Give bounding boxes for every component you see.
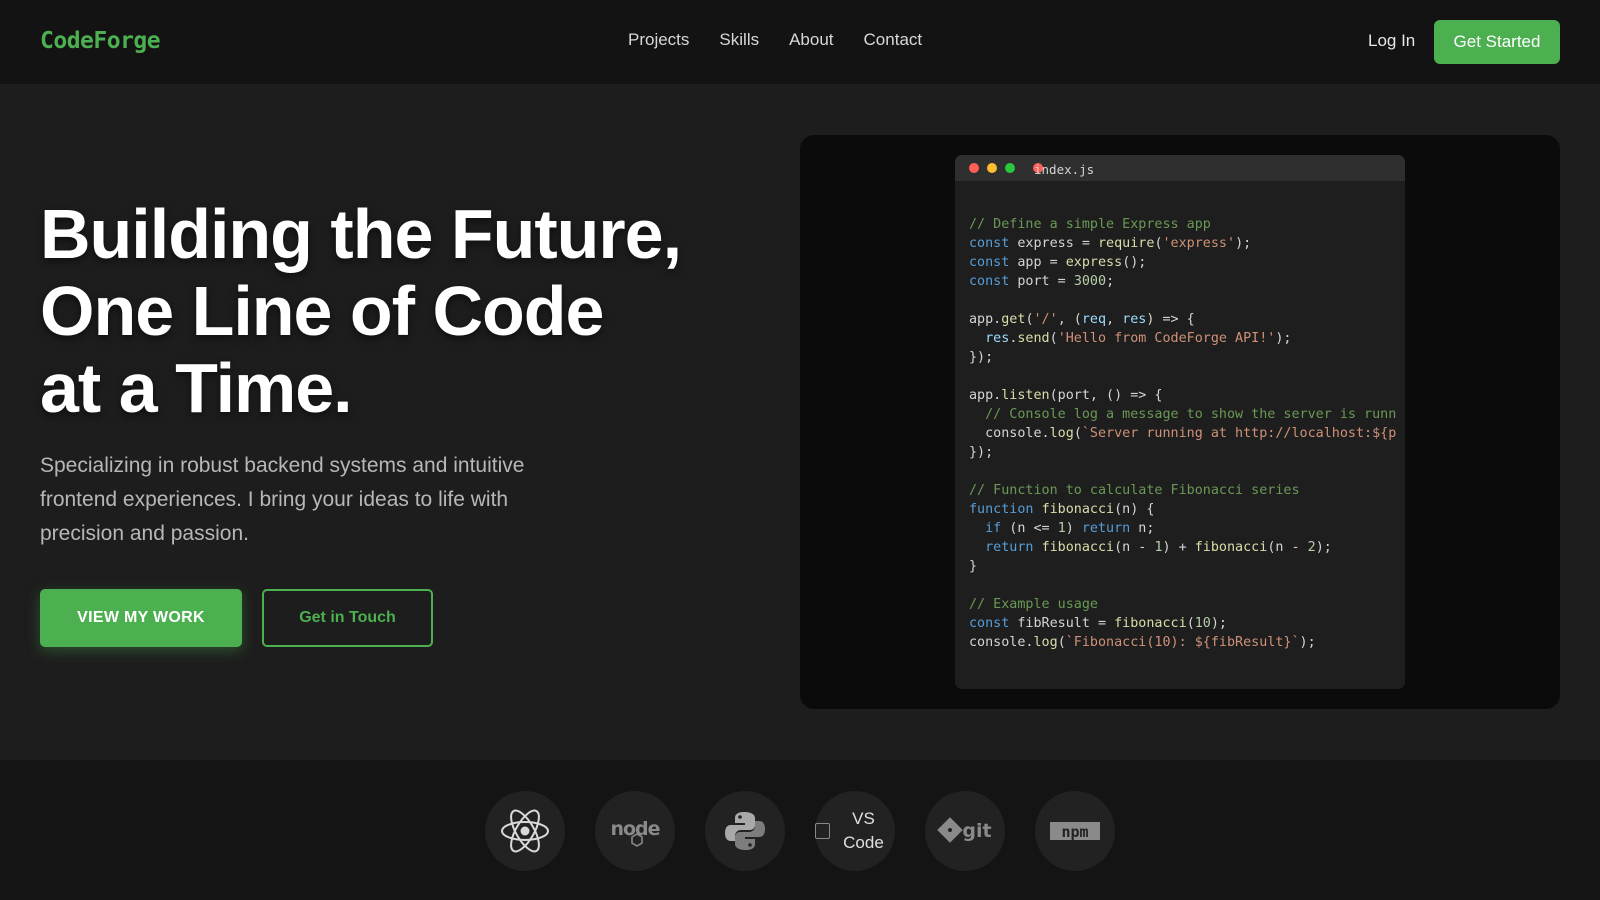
get-started-button[interactable]: Get Started <box>1434 20 1560 64</box>
code-line: app.listen(port, () => { <box>969 388 1163 403</box>
code-line: const fibResult = fibonacci(10); <box>969 616 1227 631</box>
hero-title-line-1: Building the Future, <box>40 195 682 273</box>
nodejs-icon: node <box>595 791 675 871</box>
svg-text:node: node <box>610 818 659 840</box>
code-line: ​ <box>969 576 1396 595</box>
nav-link-about[interactable]: About <box>789 30 833 50</box>
code-line: function fibonacci(n) { <box>969 502 1155 517</box>
code-line: // Example usage <box>969 597 1098 612</box>
code-line: // Function to calculate Fibonacci serie… <box>969 483 1300 498</box>
nav-links: Projects Skills About Contact <box>628 30 922 50</box>
python-icon <box>705 791 785 871</box>
svg-text:git: git <box>962 820 991 842</box>
hero-title-line-3: at a Time. <box>40 349 353 427</box>
code-line: if (n <= 1) return n; <box>985 521 1155 536</box>
hero-subtitle: Specializing in robust backend systems a… <box>40 454 525 545</box>
git-icon: git <box>925 791 1005 871</box>
code-line: ​ <box>969 367 1396 386</box>
code-line: return fibonacci(n - 1) + fibonacci(n - … <box>985 540 1332 555</box>
nav-link-skills[interactable]: Skills <box>719 30 759 50</box>
code-line: console.log(`Server running at http://lo… <box>969 426 1397 441</box>
brand-logo[interactable]: CodeForge <box>40 28 161 54</box>
hero-title-line-2: One Line of Code <box>40 272 604 350</box>
code-line: ​ <box>969 291 1396 310</box>
vscode-icon: VS Code <box>815 791 895 871</box>
code-line: res.send('Hello from CodeForge API!'); <box>985 331 1292 346</box>
editor-filename: index.js <box>1034 162 1095 177</box>
vscode-label: VS Code <box>815 807 895 855</box>
code-line: // Console log a message to show the ser… <box>985 407 1397 422</box>
code-editor-window: index.js // Define a simple Express app c… <box>955 155 1405 689</box>
code-line: console.log(`Fibonacci(10): ${fibResult}… <box>969 635 1316 650</box>
code-block: // Define a simple Express app const expr… <box>969 215 1396 652</box>
code-line: }); <box>969 350 994 365</box>
editor-title-bar: index.js <box>955 155 1405 181</box>
code-line: const express = require('express'); <box>969 236 1252 251</box>
vscode-label-text: VS Code <box>843 809 884 852</box>
code-line: app.get('/', (req, res) => { <box>969 312 1195 327</box>
code-line: const app = express(); <box>969 255 1147 270</box>
code-line: } <box>969 559 978 574</box>
svg-text:npm: npm <box>1061 823 1088 841</box>
hero-title: Building the Future, One Line of Code at… <box>40 196 740 427</box>
react-icon <box>485 791 565 871</box>
nav-link-projects[interactable]: Projects <box>628 30 689 50</box>
code-line: // Define a simple Express app <box>969 217 1211 232</box>
tech-stack-strip <box>0 760 1600 900</box>
minimize-dot-icon <box>987 163 997 173</box>
code-line: ​ <box>969 462 1396 481</box>
close-dot-icon <box>969 163 979 173</box>
nav-link-contact[interactable]: Contact <box>864 30 923 50</box>
view-my-work-button[interactable]: VIEW MY WORK <box>40 589 242 647</box>
npm-icon: npm <box>1035 791 1115 871</box>
get-in-touch-button[interactable]: Get in Touch <box>262 589 433 647</box>
maximize-dot-icon <box>1005 163 1015 173</box>
login-link[interactable]: Log In <box>1368 31 1415 51</box>
code-line: const port = 3000; <box>969 274 1115 289</box>
broken-image-icon <box>815 823 830 839</box>
code-line: }); <box>969 445 994 460</box>
top-navbar: CodeForge Projects Skills About Contact … <box>0 0 1600 84</box>
